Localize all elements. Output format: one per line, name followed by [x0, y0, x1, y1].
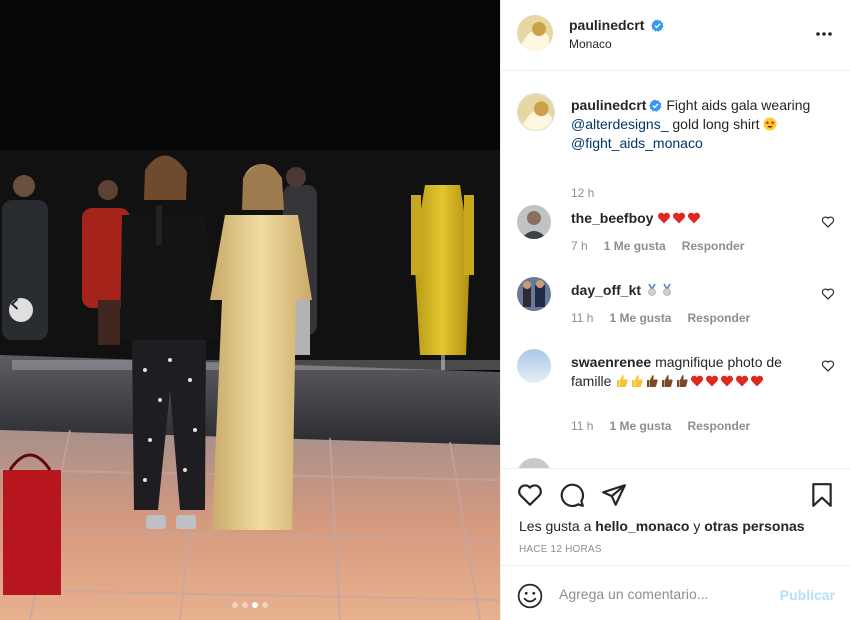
caption-username[interactable]: paulinedcrt — [571, 97, 646, 113]
comment-likes[interactable]: 1 Me gusta — [609, 419, 671, 433]
avatar-image — [517, 205, 551, 239]
medal-emoji-icon — [663, 283, 671, 296]
thumbs-up-emoji-icon — [632, 375, 643, 387]
commenter-avatar[interactable] — [517, 205, 551, 239]
comment-like-heart-icon[interactable] — [821, 287, 835, 301]
caption-text-part: Fight aids gala wearing — [666, 97, 811, 113]
bookmark-icon[interactable] — [809, 482, 835, 508]
caption-time[interactable]: 12 h — [571, 186, 594, 200]
post-timestamp[interactable]: HACE 12 HORAS — [519, 544, 602, 555]
comment-time[interactable]: 11 h — [571, 311, 593, 325]
avatar-image — [517, 349, 551, 383]
comment-emojis — [615, 373, 765, 389]
verified-badge-icon — [651, 19, 664, 32]
author-avatar[interactable] — [517, 93, 555, 131]
comment-item: day_off_kt 11 h 1 Me gusta Responder — [517, 277, 835, 337]
thumbs-up-dark-emoji-icon — [662, 375, 673, 387]
comment-like-heart-icon[interactable] — [821, 215, 835, 229]
heart-revolving-emoji-icon — [691, 375, 704, 387]
comment-item: the_beefboy 7 h 1 Me gusta Responder — [517, 205, 835, 265]
more-options-button[interactable] — [815, 24, 833, 44]
heart-revolving-emoji-icon — [751, 375, 764, 387]
comment-meta: 11 h 1 Me gusta Responder — [571, 419, 750, 433]
star-struck-emoji-icon — [763, 117, 777, 131]
comment-time[interactable]: 11 h — [571, 419, 593, 433]
chevron-left-icon — [11, 298, 18, 310]
post-location[interactable]: Monaco — [569, 37, 612, 51]
comments-list[interactable]: paulinedcrt Fight aids gala wearing @alt… — [501, 72, 850, 468]
medal-emoji-icon — [648, 283, 656, 296]
comment-time[interactable]: 7 h — [571, 239, 588, 253]
verified-badge-icon — [649, 99, 663, 112]
previous-photo-button[interactable] — [9, 298, 33, 322]
avatar-image — [517, 277, 551, 311]
comment-text: swaenrenee magnifique photo de famille — [571, 353, 805, 391]
comment-item-partial — [517, 458, 835, 468]
comment-likes[interactable]: 1 Me gusta — [609, 311, 671, 325]
likes-prefix: Les gusta a — [519, 518, 592, 534]
post-header: paulinedcrt Monaco — [501, 0, 850, 71]
commenter-username[interactable]: the_beefboy — [571, 210, 653, 226]
comment-meta: 11 h 1 Me gusta Responder — [571, 311, 750, 325]
comment-emojis — [657, 210, 702, 226]
post-sidebar: paulinedcrt Monaco paulinedcrt Fight aid… — [500, 0, 850, 620]
post-dialog: paulinedcrt Monaco paulinedcrt Fight aid… — [0, 0, 850, 620]
comment-composer: Publicar — [501, 565, 850, 620]
carousel-dot — [242, 602, 248, 608]
author-username-row: paulinedcrt — [569, 17, 664, 33]
comment-input[interactable] — [559, 584, 769, 604]
caption-meta: 12 h — [571, 186, 594, 200]
comment-item: swaenrenee magnifique photo de famille 1… — [517, 349, 835, 449]
photo-illustration — [0, 0, 500, 620]
comment-emojis — [645, 282, 675, 298]
caption-text-part: gold long shirt — [672, 116, 760, 132]
likes-others[interactable]: otras personas — [704, 518, 804, 534]
mention-link[interactable]: @fight_aids_monaco — [571, 135, 703, 151]
carousel-indicator — [0, 602, 500, 608]
comment-likes[interactable]: 1 Me gusta — [604, 239, 666, 253]
smile-icon[interactable] — [517, 583, 543, 609]
thumbs-up-dark-emoji-icon — [677, 375, 688, 387]
heart-icon[interactable] — [517, 482, 543, 508]
commenter-username[interactable]: swaenrenee — [571, 354, 651, 370]
comment-text: day_off_kt — [571, 281, 805, 300]
avatar-image — [517, 15, 553, 51]
thumbs-up-emoji-icon — [617, 375, 628, 387]
red-heart-emoji-icon — [688, 212, 701, 224]
red-heart-emoji-icon — [673, 212, 686, 224]
avatar-image — [518, 94, 554, 130]
post-photo[interactable] — [0, 0, 500, 620]
red-heart-emoji-icon — [658, 212, 671, 224]
commenter-avatar[interactable] — [517, 458, 551, 468]
carousel-dot — [232, 602, 238, 608]
caption: paulinedcrt Fight aids gala wearing @alt… — [517, 93, 835, 213]
likes-summary[interactable]: Les gusta a hello_monaco y otras persona… — [519, 518, 805, 534]
heart-revolving-emoji-icon — [721, 375, 734, 387]
thumbs-up-dark-emoji-icon — [647, 375, 658, 387]
likes-user[interactable]: hello_monaco — [595, 518, 689, 534]
likes-mid: y — [693, 518, 701, 534]
reply-button[interactable]: Responder — [682, 239, 745, 253]
action-bar: Les gusta a hello_monaco y otras persona… — [501, 468, 850, 565]
heart-revolving-emoji-icon — [706, 375, 719, 387]
more-options-icon — [816, 32, 832, 36]
commenter-avatar[interactable] — [517, 349, 551, 383]
comment-text: the_beefboy — [571, 209, 805, 228]
author-username[interactable]: paulinedcrt — [569, 17, 644, 33]
carousel-dot-active — [252, 602, 258, 608]
carousel-dot — [262, 602, 268, 608]
commenter-avatar[interactable] — [517, 277, 551, 311]
heart-revolving-emoji-icon — [736, 375, 749, 387]
caption-text: paulinedcrt Fight aids gala wearing @alt… — [571, 96, 835, 153]
comment-icon[interactable] — [559, 482, 585, 508]
commenter-username[interactable]: day_off_kt — [571, 282, 641, 298]
publish-button[interactable]: Publicar — [780, 587, 835, 603]
comment-meta: 7 h 1 Me gusta Responder — [571, 239, 744, 253]
share-icon[interactable] — [601, 482, 627, 508]
reply-button[interactable]: Responder — [687, 419, 750, 433]
author-avatar[interactable] — [517, 15, 553, 51]
mention-link[interactable]: @alterdesigns_ — [571, 116, 669, 132]
comment-like-heart-icon[interactable] — [821, 359, 835, 373]
reply-button[interactable]: Responder — [687, 311, 750, 325]
